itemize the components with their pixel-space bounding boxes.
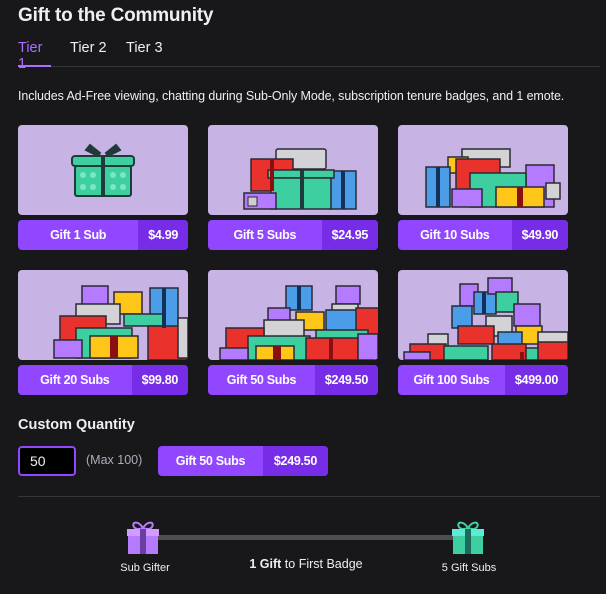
page-title: Gift to the Community bbox=[18, 5, 214, 26]
sub-gifter-badge-icon bbox=[126, 518, 160, 561]
tier-description: Includes Ad-Free viewing, chatting durin… bbox=[18, 89, 565, 103]
gift-pile-20-icon[interactable] bbox=[18, 270, 188, 360]
gift-custom-subs-button[interactable]: Gift 50 Subs $249.50 bbox=[158, 446, 328, 476]
gift-pile-50-icon[interactable] bbox=[208, 270, 378, 360]
gift-button-price: $99.80 bbox=[131, 365, 188, 395]
max-quantity-hint: (Max 100) bbox=[86, 453, 143, 467]
badge-progress-rest: to First Badge bbox=[281, 557, 363, 571]
gift-pile-10-icon[interactable] bbox=[398, 125, 568, 215]
badge-progress-bar bbox=[158, 535, 454, 540]
gift-button-price: $499.00 bbox=[504, 365, 568, 395]
single-gift-icon[interactable] bbox=[18, 125, 188, 215]
gift-count: 1 Gift bbox=[249, 557, 282, 571]
gift-1-sub-button[interactable]: Gift 1 Sub $4.99 bbox=[18, 220, 188, 250]
tab-tier-2[interactable]: Tier 2 bbox=[70, 40, 107, 66]
gift-button-price: $249.50 bbox=[314, 365, 378, 395]
gift-option-20: Gift 20 Subs $99.80 bbox=[18, 270, 188, 395]
gift-10-subs-button[interactable]: Gift 10 Subs $49.90 bbox=[398, 220, 568, 250]
gift-pile-5-icon[interactable] bbox=[208, 125, 378, 215]
gift-option-5: Gift 5 Subs $24.95 bbox=[208, 125, 378, 250]
custom-quantity-input[interactable] bbox=[18, 446, 76, 476]
gift-100-subs-button[interactable]: Gift 100 Subs $499.00 bbox=[398, 365, 568, 395]
tier-tabs: Tier 1 Tier 2 Tier 3 bbox=[18, 40, 600, 72]
tab-tier-3[interactable]: Tier 3 bbox=[126, 40, 163, 66]
gift-button-label: Gift 50 Subs bbox=[175, 454, 246, 468]
five-gift-subs-badge-icon bbox=[451, 518, 485, 561]
gift-button-label: Gift 10 Subs bbox=[420, 228, 490, 242]
gift-button-label: Gift 1 Sub bbox=[50, 228, 107, 242]
gift-pile-100-icon[interactable] bbox=[398, 270, 568, 360]
gift-button-label: Gift 100 Subs bbox=[413, 373, 490, 387]
gift-button-price: $24.95 bbox=[321, 220, 378, 250]
section-divider bbox=[18, 496, 600, 497]
gift-option-100: Gift 100 Subs $499.00 bbox=[398, 270, 568, 395]
gift-50-subs-button[interactable]: Gift 50 Subs $249.50 bbox=[208, 365, 378, 395]
five-gift-subs-label: 5 Gift Subs bbox=[441, 562, 497, 574]
gift-20-subs-button[interactable]: Gift 20 Subs $99.80 bbox=[18, 365, 188, 395]
gift-button-price: $4.99 bbox=[138, 220, 188, 250]
gift-button-price: $49.90 bbox=[511, 220, 568, 250]
gift-option-50: Gift 50 Subs $249.50 bbox=[208, 270, 378, 395]
gift-option-1: Gift 1 Sub $4.99 bbox=[18, 125, 188, 250]
gift-button-label: Gift 50 Subs bbox=[226, 373, 297, 387]
badge-progress-text: 1 Gift to First Badge bbox=[218, 557, 394, 571]
custom-quantity-label: Custom Quantity bbox=[18, 417, 135, 433]
sub-gifter-label: Sub Gifter bbox=[120, 562, 170, 574]
gift-option-10: Gift 10 Subs $49.90 bbox=[398, 125, 568, 250]
gift-button-price: $249.50 bbox=[262, 446, 328, 476]
tab-tier-1[interactable]: Tier 1 bbox=[18, 40, 51, 72]
gift-button-label: Gift 20 Subs bbox=[40, 373, 110, 387]
gift-button-label: Gift 5 Subs bbox=[233, 228, 297, 242]
gift-5-subs-button[interactable]: Gift 5 Subs $24.95 bbox=[208, 220, 378, 250]
